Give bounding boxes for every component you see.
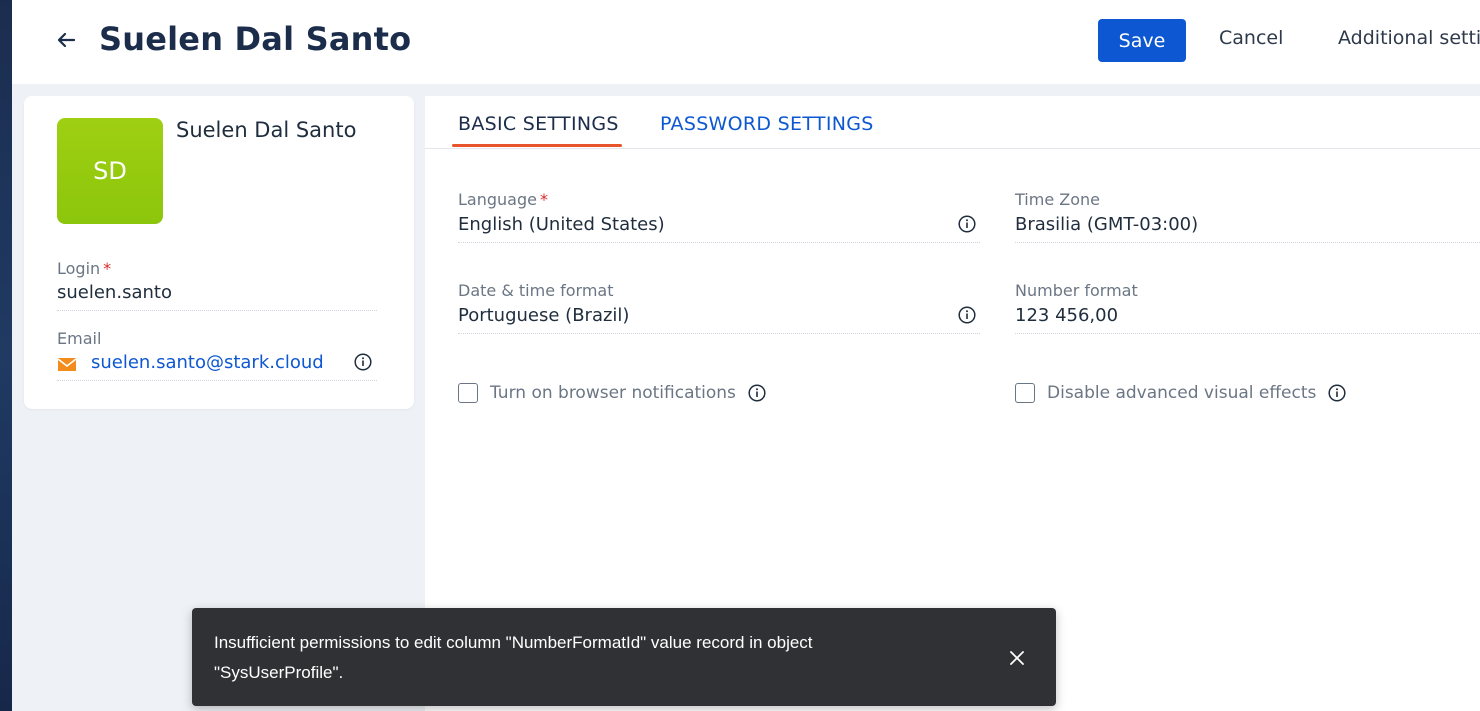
info-icon[interactable] xyxy=(1328,384,1346,402)
email-label: Email xyxy=(57,329,102,348)
info-icon[interactable] xyxy=(958,215,976,233)
active-tab-indicator xyxy=(452,144,622,147)
browser-notifications-checkbox[interactable] xyxy=(458,383,478,403)
datetime-format-underline xyxy=(458,333,980,334)
error-toast: Insufficient permissions to edit column … xyxy=(192,608,1056,706)
profile-name: Suelen Dal Santo xyxy=(176,118,357,142)
envelope-icon xyxy=(57,358,77,371)
login-label-text: Login xyxy=(57,259,101,278)
info-icon[interactable] xyxy=(748,384,766,402)
language-label-text: Language xyxy=(458,190,537,209)
page-title: Suelen Dal Santo xyxy=(99,20,412,58)
email-link[interactable]: suelen.santo@stark.cloud xyxy=(91,352,324,373)
login-label: Login * xyxy=(57,259,111,278)
disable-visual-effects-checkbox[interactable] xyxy=(1015,383,1035,403)
cancel-button[interactable]: Cancel xyxy=(1219,27,1283,49)
toast-message: Insufficient permissions to edit column … xyxy=(214,633,813,682)
app-left-edge xyxy=(0,0,12,711)
login-field[interactable]: suelen.santo xyxy=(57,282,172,303)
language-value[interactable]: English (United States) xyxy=(458,214,665,235)
number-format-label: Number format xyxy=(1015,281,1138,300)
info-icon[interactable] xyxy=(958,306,976,324)
tab-password-settings[interactable]: PASSWORD SETTINGS xyxy=(660,113,874,135)
tab-basic-settings[interactable]: BASIC SETTINGS xyxy=(458,113,619,135)
required-marker: * xyxy=(103,259,112,278)
profile-card: SD Suelen Dal Santo Login * suelen.santo … xyxy=(24,96,414,409)
info-icon[interactable] xyxy=(354,353,372,371)
avatar[interactable]: SD xyxy=(57,118,163,224)
datetime-format-label: Date & time format xyxy=(458,281,614,300)
save-button[interactable]: Save xyxy=(1098,19,1186,62)
email-underline xyxy=(57,380,377,381)
language-label: Language * xyxy=(458,190,548,209)
page-header: Suelen Dal Santo Save Cancel Additional … xyxy=(12,0,1480,84)
required-marker: * xyxy=(539,190,548,209)
timezone-label: Time Zone xyxy=(1015,190,1100,209)
browser-notifications-label[interactable]: Turn on browser notifications xyxy=(490,383,736,403)
datetime-format-value[interactable]: Portuguese (Brazil) xyxy=(458,305,629,326)
additional-settings-button[interactable]: Additional setti xyxy=(1338,27,1480,49)
login-underline xyxy=(57,310,377,311)
tabs-bar: BASIC SETTINGS PASSWORD SETTINGS xyxy=(425,96,1480,149)
disable-visual-effects-label[interactable]: Disable advanced visual effects xyxy=(1047,383,1316,403)
back-arrow-icon[interactable] xyxy=(54,28,78,52)
close-icon[interactable] xyxy=(1006,647,1028,669)
timezone-value[interactable]: Brasilia (GMT-03:00) xyxy=(1015,214,1198,235)
browser-notifications-row: Turn on browser notifications xyxy=(458,383,766,403)
number-format-underline xyxy=(1015,333,1480,334)
number-format-value[interactable]: 123 456,00 xyxy=(1015,305,1118,326)
timezone-underline xyxy=(1015,242,1480,243)
visual-effects-row: Disable advanced visual effects xyxy=(1015,383,1346,403)
language-underline xyxy=(458,242,980,243)
